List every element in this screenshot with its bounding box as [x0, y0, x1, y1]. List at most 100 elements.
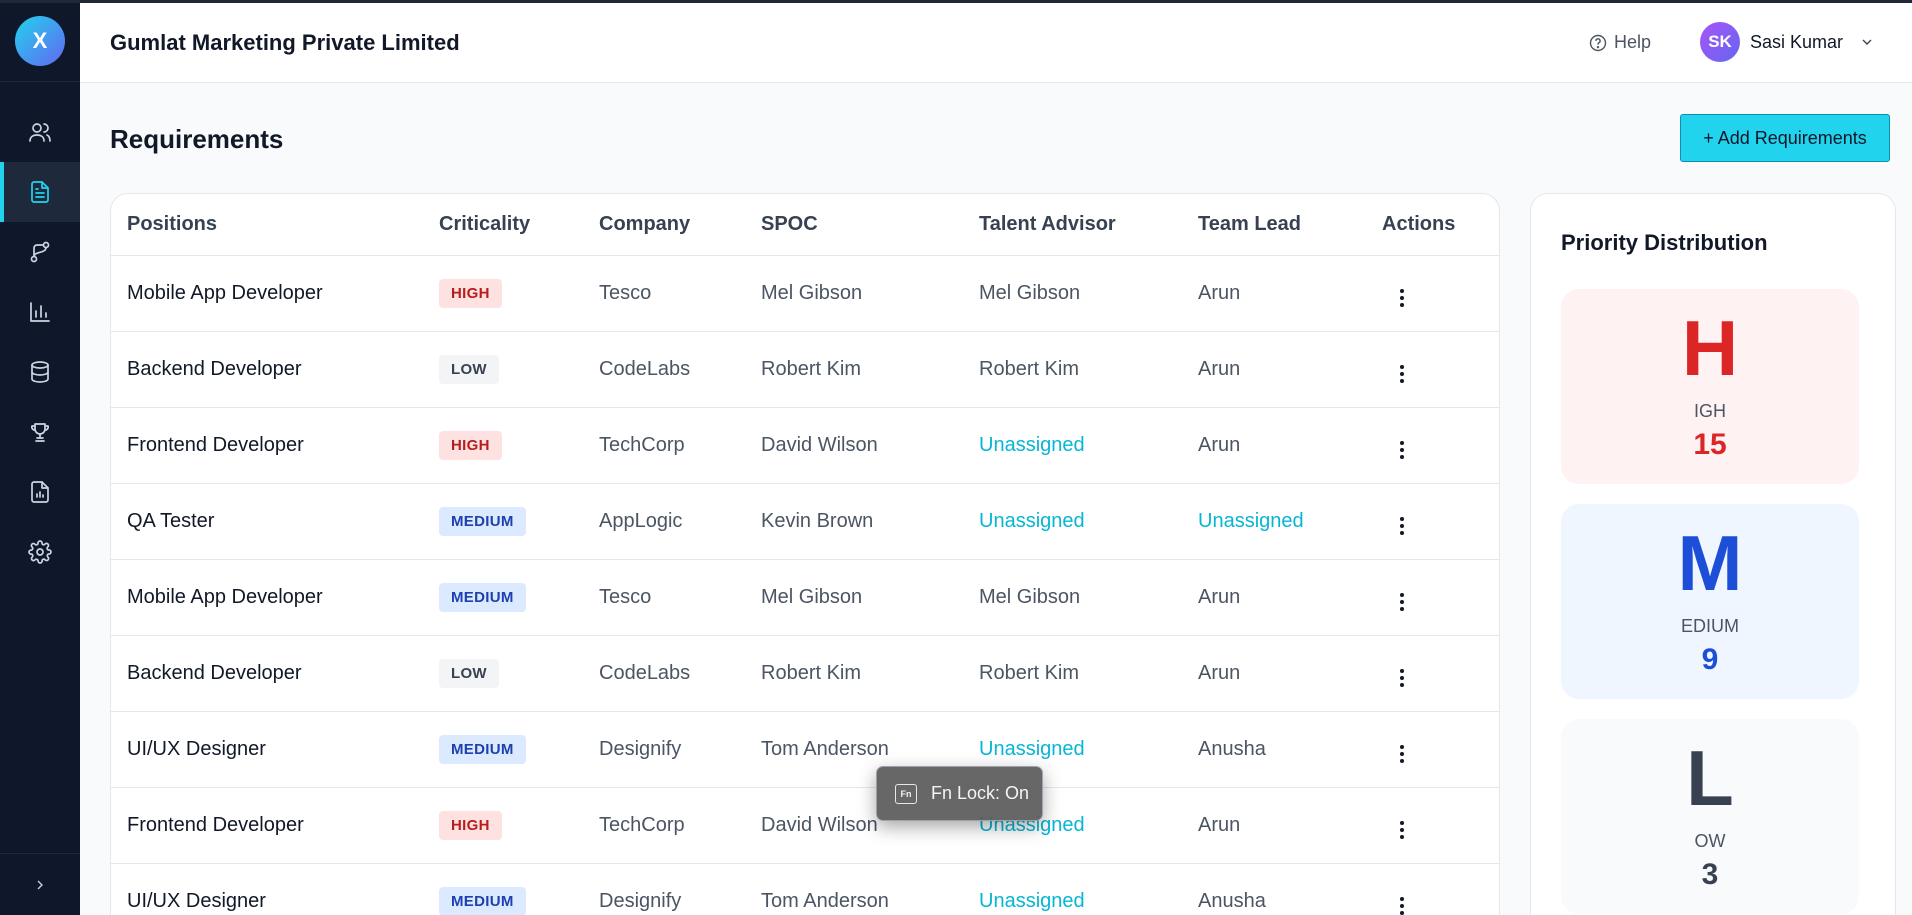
priority-medium-count: 9	[1701, 643, 1719, 676]
priority-medium-box[interactable]: M EDIUM 9	[1561, 504, 1859, 699]
table-row[interactable]: UI/UX Designer MEDIUM Designify Tom Ande…	[111, 863, 1499, 915]
table-row[interactable]: Mobile App Developer HIGH Tesco Mel Gibs…	[111, 255, 1499, 332]
cell-spoc: Mel Gibson	[745, 255, 963, 332]
cell-team-lead[interactable]: Unassigned	[1182, 483, 1366, 560]
cell-actions	[1366, 787, 1499, 864]
sidebar-item-requirements[interactable]	[0, 162, 80, 222]
cell-company: AppLogic	[583, 483, 745, 560]
database-icon	[31, 361, 49, 383]
more-actions-icon[interactable]	[1390, 590, 1414, 614]
table-header-row: Positions Criticality Company SPOC Talen…	[111, 194, 1499, 256]
cell-company: Designify	[583, 863, 745, 915]
cell-actions	[1366, 483, 1499, 560]
sidebar-item-reports[interactable]	[0, 462, 80, 522]
cell-spoc: Tom Anderson	[745, 863, 963, 915]
trophy-icon	[30, 423, 50, 442]
table-row[interactable]: Backend Developer LOW CodeLabs Robert Ki…	[111, 635, 1499, 712]
cell-talent-advisor: Robert Kim	[963, 635, 1182, 712]
sidebar-item-analytics[interactable]	[0, 282, 80, 342]
cell-criticality: MEDIUM	[423, 483, 583, 560]
sidebar-item-database[interactable]	[0, 342, 80, 402]
more-actions-icon[interactable]	[1390, 818, 1414, 842]
user-name: Sasi Kumar	[1750, 31, 1844, 52]
table-row[interactable]: Frontend Developer HIGH TechCorp David W…	[111, 787, 1499, 864]
app-logo[interactable]: X	[15, 15, 65, 66]
column-header-talent-advisor[interactable]: Talent Advisor	[963, 194, 1182, 256]
page-title: Requirements	[110, 124, 284, 154]
git-branch-icon	[30, 241, 50, 263]
user-menu[interactable]: SK Sasi Kumar	[1700, 22, 1875, 62]
requirements-table-card: Positions Criticality Company SPOC Talen…	[110, 193, 1500, 915]
priority-distribution-title: Priority Distribution	[1561, 230, 1768, 255]
sidebar-expand-button[interactable]	[0, 853, 80, 915]
sidebar-item-achievements[interactable]	[0, 402, 80, 462]
cell-company: Designify	[583, 711, 745, 788]
cell-position: QA Tester	[111, 483, 423, 560]
priority-high-letter: H	[1681, 304, 1739, 392]
cell-actions	[1366, 331, 1499, 408]
criticality-badge: MEDIUM	[439, 582, 526, 612]
sidebar: X	[0, 0, 80, 915]
cell-actions	[1366, 559, 1499, 636]
table-row[interactable]: Frontend Developer HIGH TechCorp David W…	[111, 407, 1499, 484]
users-icon	[29, 123, 51, 142]
priority-high-box[interactable]: H IGH 15	[1561, 289, 1859, 484]
more-actions-icon[interactable]	[1390, 666, 1414, 690]
cell-criticality: LOW	[423, 331, 583, 408]
column-header-actions: Actions	[1366, 194, 1499, 256]
add-requirements-button[interactable]: + Add Requirements	[1680, 114, 1890, 162]
table-row[interactable]: UI/UX Designer MEDIUM Designify Tom Ande…	[111, 711, 1499, 788]
table-row[interactable]: QA Tester MEDIUM AppLogic Kevin Brown Un…	[111, 483, 1499, 560]
window-top-border	[0, 0, 1912, 3]
cell-spoc: David Wilson	[745, 407, 963, 484]
criticality-badge: LOW	[439, 354, 499, 384]
fn-lock-text: Fn Lock: On	[931, 783, 1030, 803]
cell-company: TechCorp	[583, 787, 745, 864]
cell-talent-advisor[interactable]: Unassigned	[963, 483, 1182, 560]
column-header-spoc[interactable]: SPOC	[745, 194, 963, 256]
help-link[interactable]: Help	[1588, 32, 1651, 53]
cell-criticality: MEDIUM	[423, 863, 583, 915]
cell-talent-advisor[interactable]: Unassigned	[963, 863, 1182, 915]
cell-criticality: HIGH	[423, 255, 583, 332]
logo-area: X	[0, 0, 80, 82]
table-row[interactable]: Backend Developer LOW CodeLabs Robert Ki…	[111, 331, 1499, 408]
more-actions-icon[interactable]	[1390, 742, 1414, 766]
more-actions-icon[interactable]	[1390, 286, 1414, 310]
column-header-team-lead[interactable]: Team Lead	[1182, 194, 1366, 256]
cell-company: CodeLabs	[583, 331, 745, 408]
sidebar-item-settings[interactable]	[0, 522, 80, 582]
cell-position: Backend Developer	[111, 331, 423, 408]
criticality-badge: MEDIUM	[439, 734, 526, 764]
criticality-badge: LOW	[439, 658, 499, 688]
priority-low-count: 3	[1701, 858, 1719, 891]
criticality-badge: HIGH	[439, 810, 502, 840]
priority-high-label: IGH	[1693, 401, 1726, 421]
column-header-criticality[interactable]: Criticality	[423, 194, 583, 256]
cell-spoc: Mel Gibson	[745, 559, 963, 636]
cell-criticality: MEDIUM	[423, 711, 583, 788]
table-row[interactable]: Mobile App Developer MEDIUM Tesco Mel Gi…	[111, 559, 1499, 636]
more-actions-icon[interactable]	[1390, 438, 1414, 462]
requirements-table: Positions Criticality Company SPOC Talen…	[111, 194, 1499, 915]
report-icon	[31, 481, 49, 503]
priority-low-box[interactable]: L OW 3	[1561, 719, 1859, 914]
more-actions-icon[interactable]	[1390, 514, 1414, 538]
column-header-positions[interactable]: Positions	[111, 194, 423, 256]
cell-team-lead: Anusha	[1182, 863, 1366, 915]
sidebar-item-pipeline[interactable]	[0, 222, 80, 282]
sidebar-item-users[interactable]	[0, 102, 80, 162]
cell-actions	[1366, 407, 1499, 484]
column-header-company[interactable]: Company	[583, 194, 745, 256]
cell-talent-advisor[interactable]: Unassigned	[963, 407, 1182, 484]
cell-company: CodeLabs	[583, 635, 745, 712]
gear-icon	[28, 540, 52, 564]
cell-team-lead: Anusha	[1182, 711, 1366, 788]
avatar: SK	[1700, 22, 1740, 62]
more-actions-icon[interactable]	[1390, 362, 1414, 386]
cell-criticality: LOW	[423, 635, 583, 712]
priority-medium-letter: M	[1677, 519, 1743, 607]
more-actions-icon[interactable]	[1390, 894, 1414, 915]
cell-talent-advisor: Robert Kim	[963, 331, 1182, 408]
cell-actions	[1366, 711, 1499, 788]
